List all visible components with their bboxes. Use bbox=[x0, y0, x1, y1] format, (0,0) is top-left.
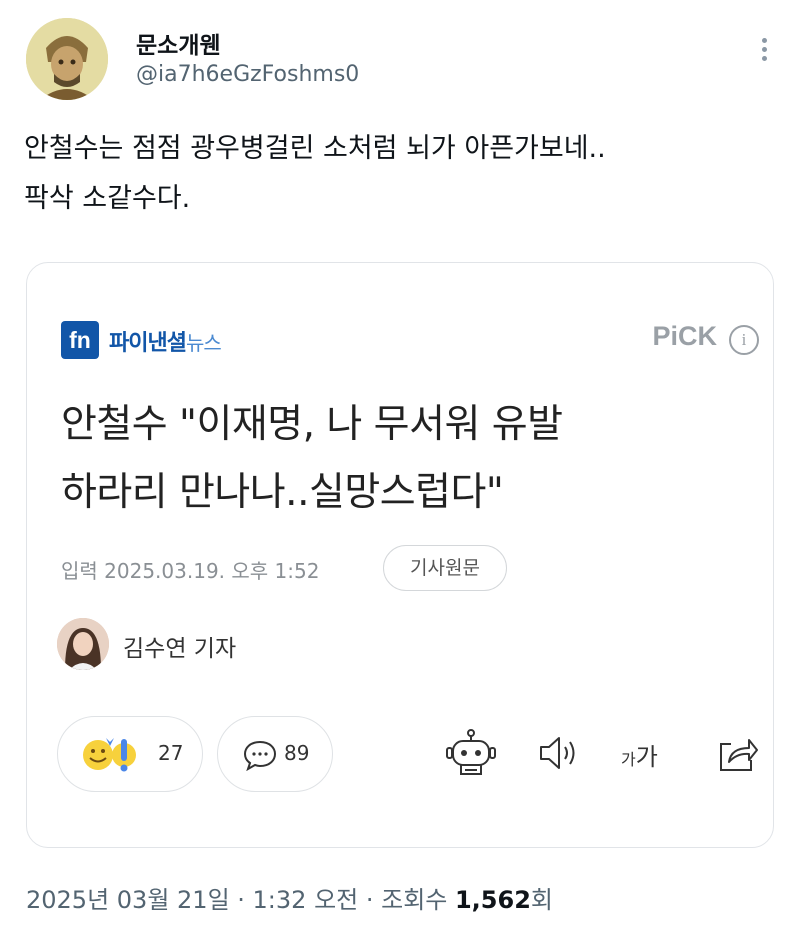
reporter-avatar[interactable] bbox=[57, 618, 109, 670]
article-date: 입력 2025.03.19. 오후 1:52 bbox=[61, 559, 320, 583]
view-count: 1,562 bbox=[454, 886, 531, 914]
pick-label: PiCK bbox=[652, 321, 717, 351]
article-headline[interactable]: 안철수 "이재명, 나 무서워 유발 하라리 만나나..실망스럽다" bbox=[61, 391, 751, 527]
tweet-text-line: 팍삭 소같수다. bbox=[24, 183, 191, 214]
font-large-label: 가 bbox=[635, 743, 658, 771]
user-avatar[interactable] bbox=[26, 18, 108, 100]
robot-icon[interactable] bbox=[445, 728, 497, 778]
font-small-label: 가 bbox=[621, 750, 636, 769]
share-icon[interactable] bbox=[715, 728, 759, 778]
reaction-emoji-icons bbox=[83, 738, 136, 772]
comment-icon bbox=[243, 740, 277, 771]
tweet-text: 안철수는 점점 광우병걸린 소처럼 뇌가 아픈가보네.. 팍삭 소같수다. bbox=[24, 124, 784, 224]
comment-button[interactable]: 89 bbox=[217, 716, 333, 792]
article-card[interactable]: fn 파이낸셜뉴스 PiCK i 안철수 "이재명, 나 무서워 유발 하라리 … bbox=[26, 262, 774, 848]
headline-line: 하라리 만나나..실망스럽다" bbox=[61, 470, 504, 515]
view-unit: 회 bbox=[530, 886, 553, 914]
tweet-header: 문소개웬 @ia7h6eGzFoshms0 bbox=[24, 16, 776, 104]
headline-line: 안철수 "이재명, 나 무서워 유발 bbox=[61, 402, 563, 447]
press-name: 파이낸셜뉴스 bbox=[109, 325, 222, 357]
speaker-icon[interactable] bbox=[537, 728, 581, 778]
original-article-button[interactable]: 기사원문 bbox=[383, 545, 507, 591]
reaction-button[interactable]: 27 bbox=[57, 716, 203, 792]
press-name-main: 파이낸셜 bbox=[109, 331, 187, 356]
tweet-text-line: 안철수는 점점 광우병걸린 소처럼 뇌가 아픈가보네.. bbox=[24, 133, 606, 164]
font-size-icon[interactable]: 가가 bbox=[621, 737, 675, 787]
tweet-datetime[interactable]: 2025년 03월 21일 · 1:32 오전 · 조회수 bbox=[26, 886, 455, 914]
reaction-count: 27 bbox=[158, 741, 184, 765]
display-name[interactable]: 문소개웬 bbox=[136, 26, 221, 60]
press-logo: fn bbox=[61, 321, 99, 359]
tweet-meta: 2025년 03월 21일 · 1:32 오전 · 조회수 1,562회 bbox=[26, 880, 553, 915]
reporter-name[interactable]: 김수연 기자 bbox=[123, 629, 236, 663]
press-name-sub: 뉴스 bbox=[185, 331, 222, 355]
more-icon[interactable] bbox=[760, 38, 768, 68]
info-icon[interactable]: i bbox=[729, 325, 759, 355]
comment-count: 89 bbox=[284, 741, 310, 765]
user-handle[interactable]: @ia7h6eGzFoshms0 bbox=[136, 62, 359, 87]
